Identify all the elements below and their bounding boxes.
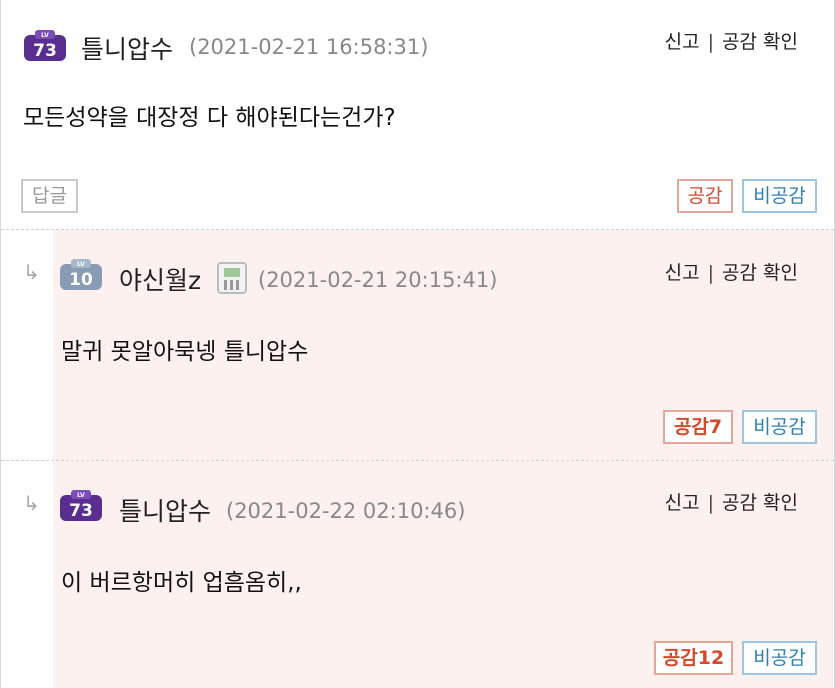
report-link[interactable]: 신고 — [665, 31, 700, 53]
comment-date: (2021-02-21 20:15:41) — [258, 268, 498, 292]
level-10-badge-icon: LV 10 — [60, 259, 102, 290]
comment-actions: 신고 | 공감 확인 — [665, 488, 798, 515]
like-check-link[interactable]: 공감 확인 — [722, 31, 798, 53]
like-button[interactable]: 공감12 — [654, 641, 733, 675]
comment-actions: 신고 | 공감 확인 — [665, 258, 798, 285]
like-button[interactable]: 공감7 — [663, 410, 733, 444]
reply-button[interactable]: 답글 — [21, 179, 78, 213]
comment-list: LV 73 틀니압수 (2021-02-21 16:58:31) 신고 | 공감 확… — [0, 0, 835, 688]
comment-text: 모든성약을 대장정 다 해야된다는건가? — [23, 105, 396, 131]
report-link[interactable]: 신고 — [665, 492, 700, 514]
svg-text:73: 73 — [69, 501, 93, 521]
separator: | — [707, 31, 715, 53]
like-button[interactable]: 공감 — [677, 179, 733, 213]
comment-item: LV 73 틀니압수 (2021-02-21 16:58:31) 신고 | 공감 확… — [1, 0, 834, 229]
nickname[interactable]: 틀니압수 — [81, 30, 173, 66]
comment-text: 말귀 못알아묵넹 틀니압수 — [61, 339, 309, 365]
svg-text:LV: LV — [77, 492, 85, 499]
comment-date: (2021-02-22 02:10:46) — [226, 499, 466, 523]
comment-text: 이 버르항머히 업흠옴히,, — [61, 570, 302, 596]
level-73-badge-icon: LV 73 — [24, 30, 66, 61]
separator: | — [707, 262, 715, 284]
report-link[interactable]: 신고 — [665, 262, 700, 284]
nickname[interactable]: 야신월z — [119, 261, 201, 297]
like-check-link[interactable]: 공감 확인 — [722, 262, 798, 284]
svg-text:10: 10 — [69, 270, 93, 290]
comment-date: (2021-02-21 16:58:31) — [189, 35, 429, 59]
svg-text:LV: LV — [41, 32, 49, 39]
reply-arrow-icon: ↳ — [23, 260, 40, 284]
like-check-link[interactable]: 공감 확인 — [722, 492, 798, 514]
svg-text:LV: LV — [77, 261, 85, 268]
mobile-phone-icon — [217, 262, 247, 294]
reply-arrow-icon: ↳ — [23, 491, 40, 515]
dislike-button[interactable]: 비공감 — [742, 641, 817, 675]
dislike-button[interactable]: 비공감 — [742, 179, 817, 213]
svg-text:73: 73 — [33, 41, 57, 61]
dislike-button[interactable]: 비공감 — [742, 410, 817, 444]
nickname[interactable]: 틀니압수 — [119, 492, 211, 528]
separator: | — [707, 492, 715, 514]
comment-actions: 신고 | 공감 확인 — [665, 27, 798, 54]
reply-comment-item: ↳ LV 10 야신월z (2021-02-21 20:15:41) 신고 | 공감… — [1, 229, 834, 460]
reply-comment-item: ↳ LV 73 틀니압수 (2021-02-22 02:10:46) 신고 | 공감… — [1, 460, 834, 688]
level-73-badge-icon: LV 73 — [60, 490, 102, 521]
